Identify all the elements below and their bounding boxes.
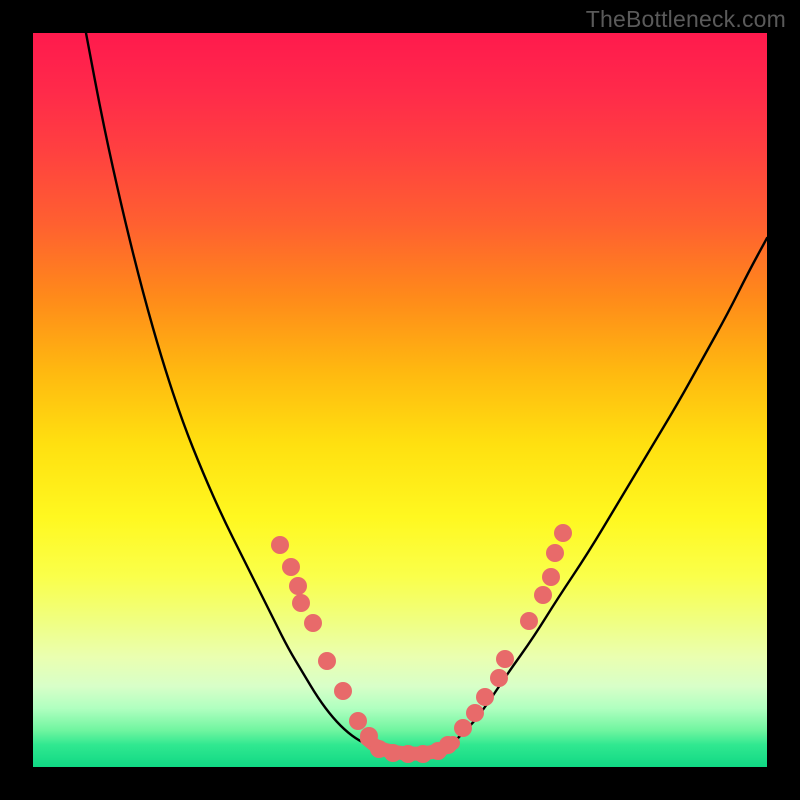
watermark-text: TheBottleneck.com — [586, 6, 786, 33]
outer-frame: TheBottleneck.com — [0, 0, 800, 800]
chart-overlay — [33, 33, 767, 767]
marker-dots — [271, 524, 572, 763]
curve-left — [86, 33, 378, 748]
